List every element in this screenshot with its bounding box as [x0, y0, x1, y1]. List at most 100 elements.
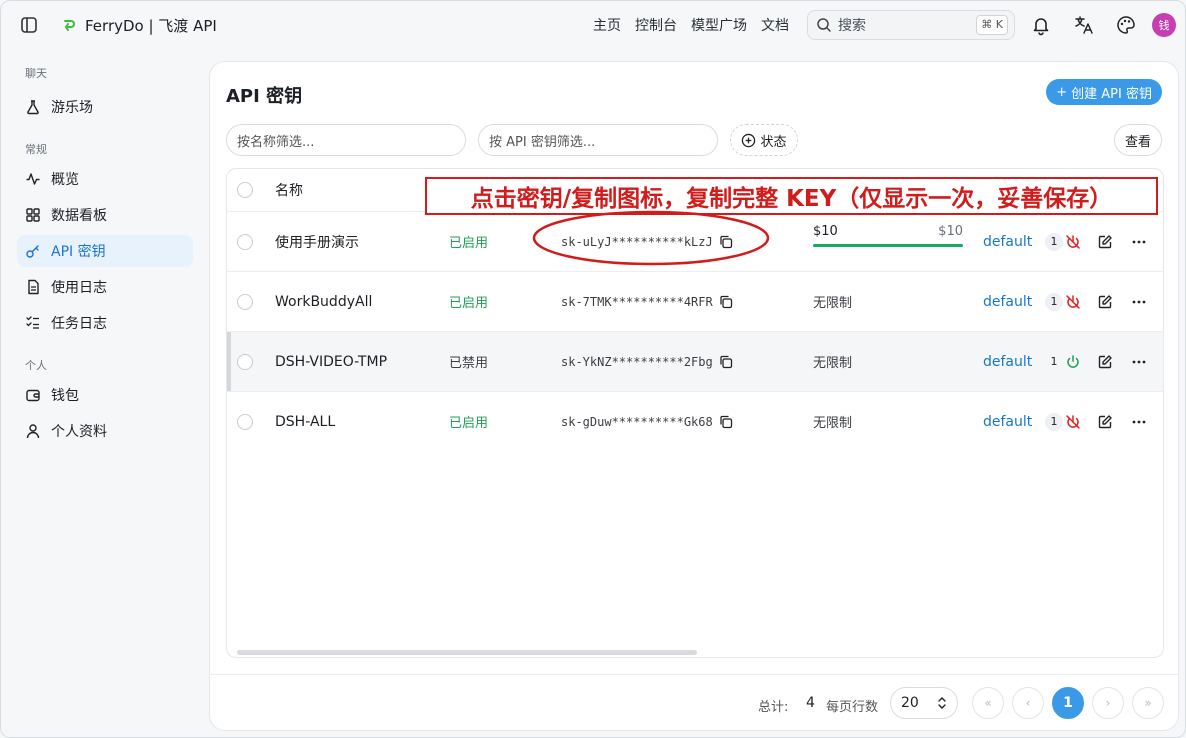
api-keys-table: 名称 使用手册演示 已启用 sk-uLyJ**********kLzJ $10 … — [226, 168, 1164, 658]
quota-progress: $10 $10 — [813, 224, 963, 247]
api-key-value[interactable]: sk-uLyJ**********kLzJ — [561, 235, 733, 249]
key-filter-placeholder: 按 API 密钥筛选... — [489, 134, 596, 150]
quota-unlimited: 无限制 — [813, 296, 853, 311]
user-icon — [26, 424, 40, 439]
row-checkbox[interactable] — [237, 293, 253, 310]
copy-icon[interactable] — [719, 295, 733, 309]
quota-bar — [813, 244, 963, 247]
group-link[interactable]: default — [983, 294, 1032, 310]
copy-icon[interactable] — [719, 415, 733, 429]
avatar[interactable]: 钱 — [1152, 13, 1176, 37]
nav-model-square[interactable]: 模型广场 — [691, 15, 747, 35]
edit-icon[interactable] — [1097, 414, 1113, 430]
sidebar-item-profile[interactable]: 个人资料 — [17, 415, 193, 447]
nav-console[interactable]: 控制台 — [635, 15, 677, 35]
api-key-value[interactable]: sk-7TMK**********4RFR — [561, 295, 733, 309]
power-off-icon[interactable] — [1065, 234, 1081, 250]
sidebar-item-wallet[interactable]: 钱包 — [17, 379, 193, 411]
group-link[interactable]: default — [983, 414, 1032, 430]
page-title: API 密钥 — [226, 86, 303, 107]
plus-icon: + — [1056, 84, 1068, 100]
name-filter-placeholder: 按名称筛选... — [237, 134, 315, 150]
top-header: FerryDo | 飞渡 API 主页 控制台 模型广场 文档 搜索 ⌘ K 钱 — [1, 1, 1185, 49]
next-page-button[interactable]: › — [1092, 687, 1124, 719]
palette-icon[interactable] — [1115, 14, 1137, 36]
quota-remaining: $10 — [813, 224, 838, 239]
api-key-text[interactable]: sk-uLyJ**********kLzJ — [561, 235, 713, 249]
row-checkbox[interactable] — [237, 353, 253, 370]
sidebar: 聊天 游乐场 常规 概览 数据看板 API 密钥 使用日志 任务日志 个人 钱包… — [1, 61, 201, 451]
more-icon[interactable] — [1131, 234, 1147, 250]
name-filter-input[interactable]: 按名称筛选... — [226, 124, 466, 156]
sidebar-item-task-logs[interactable]: 任务日志 — [17, 307, 193, 339]
query-button[interactable]: 查看 — [1114, 124, 1162, 156]
per-page-label: 每页行数 — [826, 700, 879, 715]
sidebar-item-playground[interactable]: 游乐场 — [17, 91, 193, 123]
key-filter-input[interactable]: 按 API 密钥筛选... — [478, 124, 718, 156]
api-key-value[interactable]: sk-gDuw**********Gk68 — [561, 415, 733, 429]
create-api-key-button[interactable]: + 创建 API 密钥 — [1046, 79, 1162, 105]
search-input[interactable]: 搜索 ⌘ K — [807, 10, 1015, 40]
last-page-button[interactable]: » — [1132, 687, 1164, 719]
brand[interactable]: FerryDo | 飞渡 API — [61, 13, 217, 37]
edit-icon[interactable] — [1097, 354, 1113, 370]
search-icon — [817, 18, 831, 32]
bell-icon[interactable] — [1030, 14, 1052, 36]
page-1-button[interactable]: 1 — [1052, 687, 1084, 719]
per-page-select[interactable]: 20 — [890, 687, 958, 719]
edit-icon[interactable] — [1097, 234, 1113, 250]
per-page-value: 20 — [901, 695, 919, 711]
sidebar-item-label: 个人资料 — [51, 424, 107, 440]
quota-unlimited: 无限制 — [813, 416, 853, 431]
more-icon[interactable] — [1131, 294, 1147, 310]
power-on-icon[interactable] — [1065, 354, 1081, 370]
top-nav: 主页 控制台 模型广场 文档 — [593, 15, 789, 35]
sidebar-item-usage-logs[interactable]: 使用日志 — [17, 271, 193, 303]
first-page-button[interactable]: « — [972, 687, 1004, 719]
translate-icon[interactable] — [1073, 14, 1095, 36]
status-filter-button[interactable]: 状态 — [730, 124, 798, 156]
task-list-icon — [26, 316, 39, 329]
more-icon[interactable] — [1131, 414, 1147, 430]
api-key-value[interactable]: sk-YkNZ**********2Fbg — [561, 355, 733, 369]
sidebar-toggle-icon[interactable] — [19, 15, 39, 35]
nav-home[interactable]: 主页 — [593, 15, 621, 35]
sidebar-item-overview[interactable]: 概览 — [17, 163, 193, 195]
status-badge: 已启用 — [449, 296, 489, 311]
search-placeholder: 搜索 — [838, 18, 866, 34]
sidebar-item-dashboard[interactable]: 数据看板 — [17, 199, 193, 231]
api-key-text[interactable]: sk-gDuw**********Gk68 — [561, 415, 713, 429]
sidebar-item-label: API 密钥 — [51, 244, 106, 260]
prev-page-button[interactable]: ‹ — [1012, 687, 1044, 719]
sidebar-item-label: 钱包 — [51, 388, 79, 404]
select-all-checkbox[interactable] — [237, 182, 253, 198]
power-off-icon[interactable] — [1065, 294, 1081, 310]
more-icon[interactable] — [1131, 354, 1147, 370]
sidebar-item-api-keys[interactable]: API 密钥 — [17, 235, 193, 267]
sidebar-item-label: 任务日志 — [51, 316, 107, 332]
edit-icon[interactable] — [1097, 294, 1113, 310]
quota-unlimited: 无限制 — [813, 356, 853, 371]
chevron-up-down-icon — [938, 697, 946, 709]
power-off-icon[interactable] — [1065, 414, 1081, 430]
api-key-text[interactable]: sk-7TMK**********4RFR — [561, 295, 713, 309]
group-link[interactable]: default — [983, 354, 1032, 370]
nav-docs[interactable]: 文档 — [761, 15, 789, 35]
group-link[interactable]: default — [983, 234, 1032, 250]
horizontal-scrollbar[interactable] — [237, 650, 697, 655]
grid-icon — [26, 208, 40, 222]
sidebar-group-chat: 聊天 — [25, 67, 47, 80]
key-name: DSH-VIDEO-TMP — [275, 353, 388, 370]
row-checkbox[interactable] — [237, 233, 253, 250]
row-checkbox[interactable] — [237, 413, 253, 430]
copy-icon[interactable] — [719, 355, 733, 369]
model-count-badge: 1 — [1045, 232, 1063, 251]
table-row: 使用手册演示 已启用 sk-uLyJ**********kLzJ $10 $10… — [227, 211, 1163, 271]
column-header-name: 名称 — [275, 183, 303, 199]
status-badge: 已启用 — [449, 236, 489, 251]
main-panel: API 密钥 + 创建 API 密钥 按名称筛选... 按 API 密钥筛选..… — [209, 61, 1179, 731]
search-shortcut-badge: ⌘ K — [976, 15, 1008, 35]
total-value: 4 — [806, 695, 815, 711]
api-key-text[interactable]: sk-YkNZ**********2Fbg — [561, 355, 713, 369]
copy-icon[interactable] — [719, 235, 733, 249]
